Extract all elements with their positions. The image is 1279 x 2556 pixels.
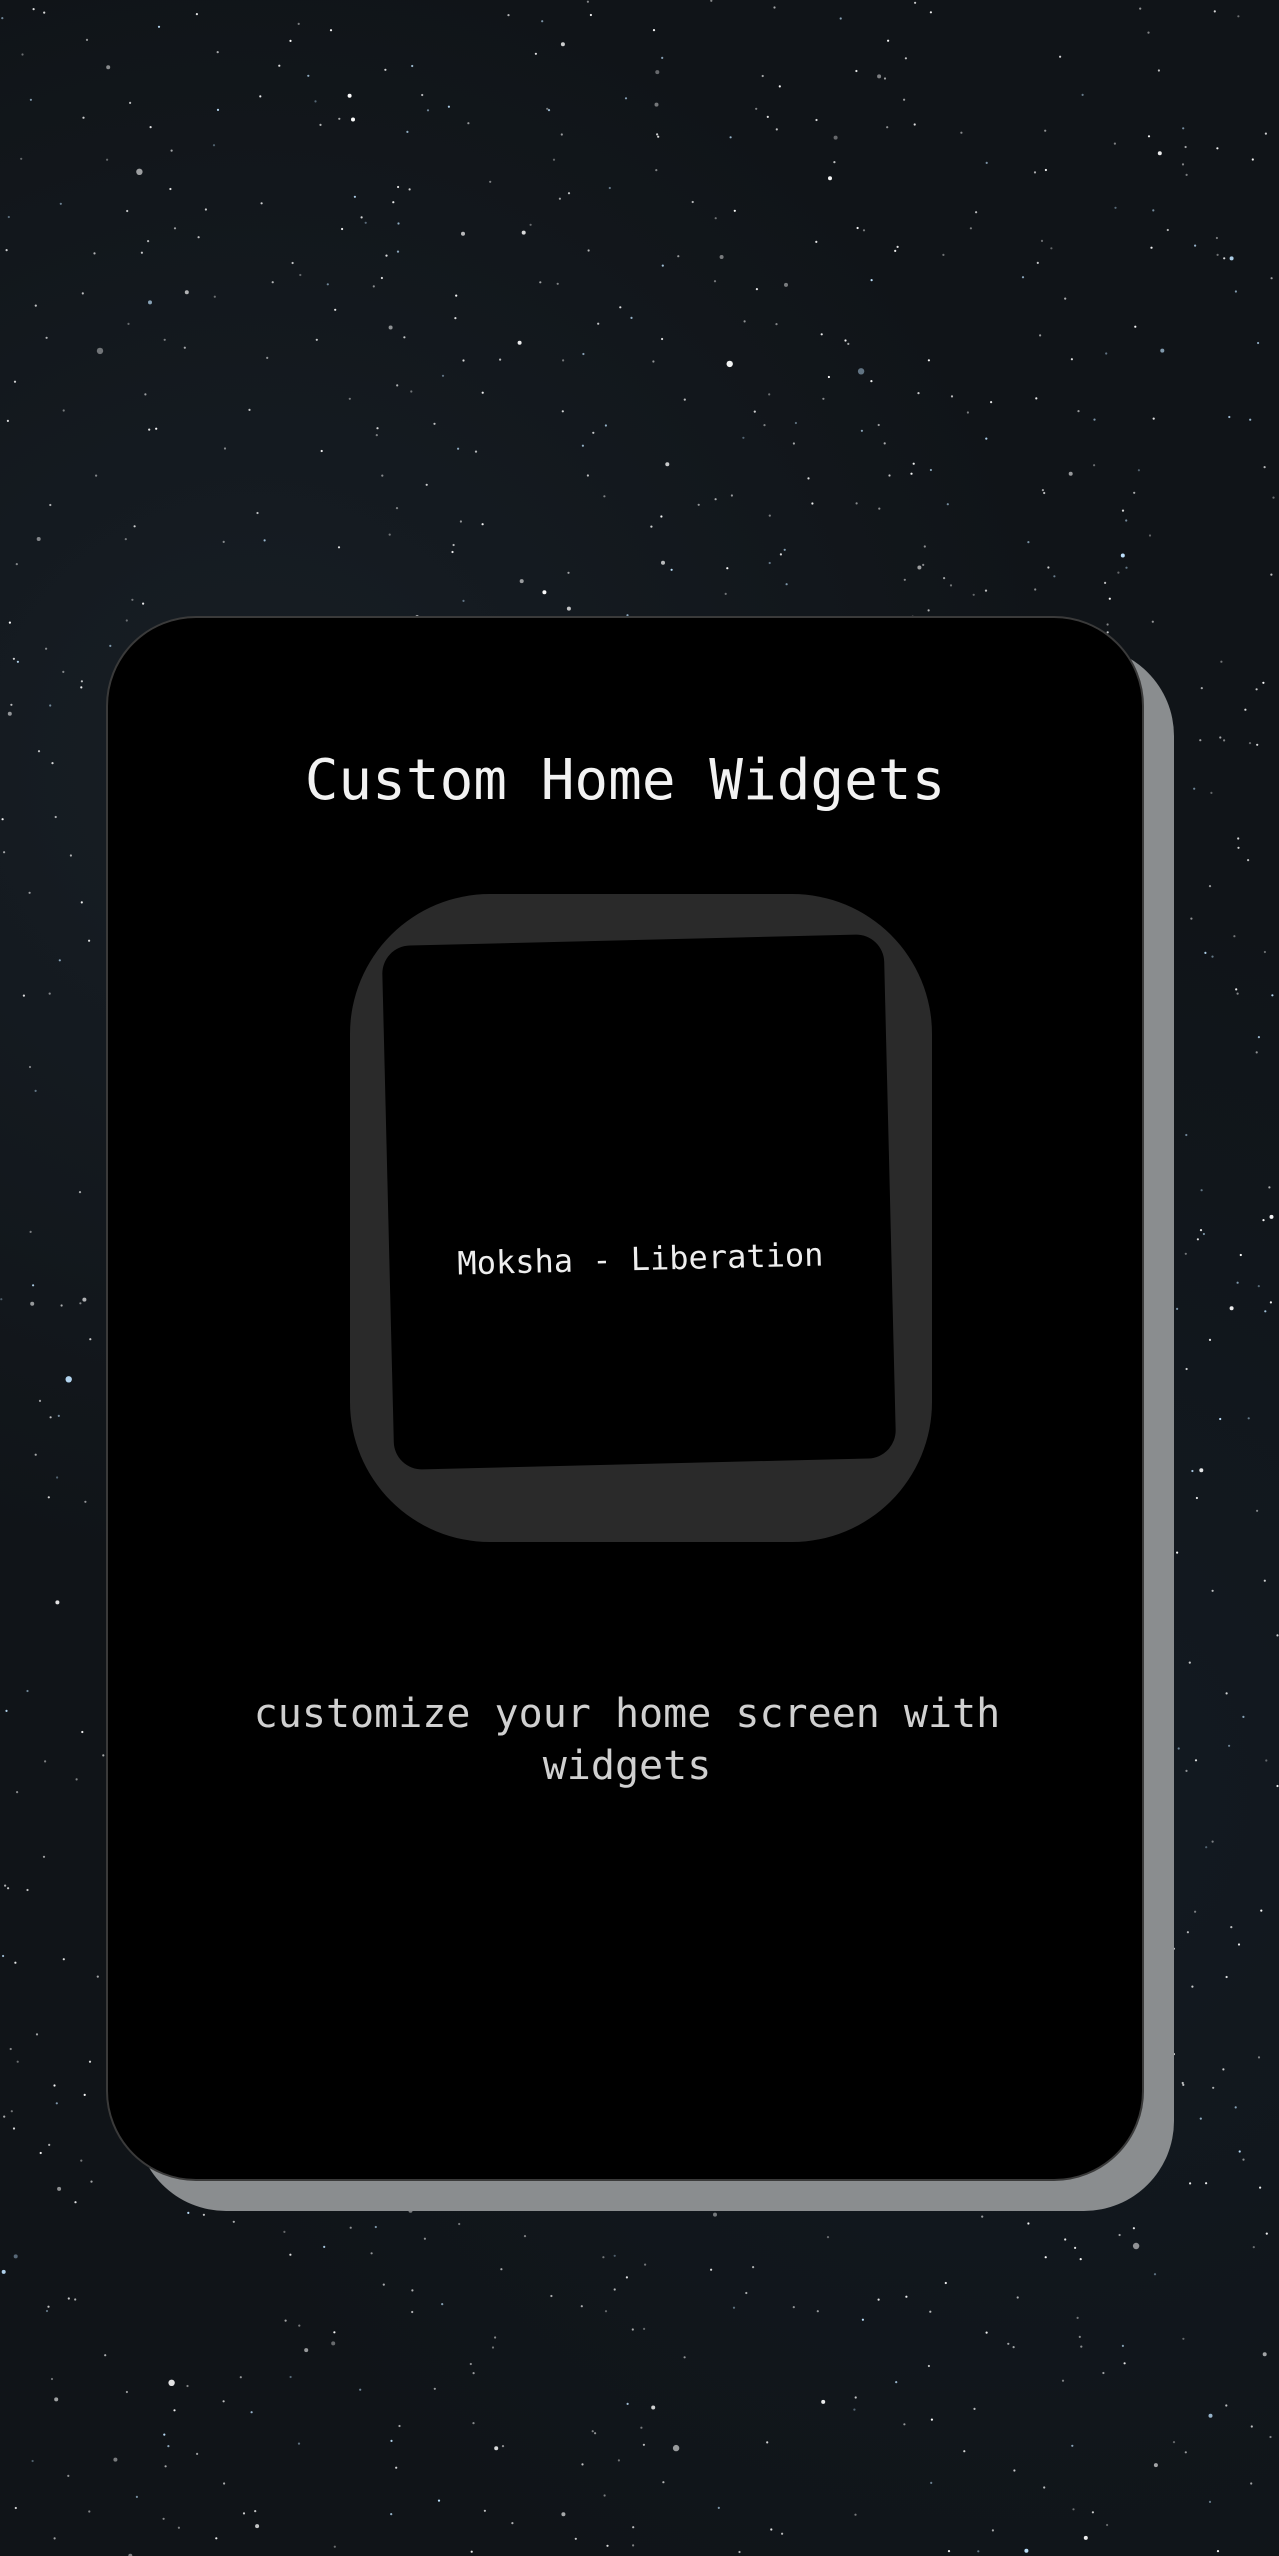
widget-preview[interactable]: Moksha - Liberation xyxy=(350,894,932,1542)
card-title: Custom Home Widgets xyxy=(304,748,946,813)
widget-card[interactable]: Custom Home Widgets Moksha - Liberation … xyxy=(106,616,1144,2181)
card-subtitle: customize your home screen with widgets xyxy=(253,1691,1001,1789)
widget-label: Moksha - Liberation xyxy=(456,1235,824,1283)
widget-preview-inner: Moksha - Liberation xyxy=(381,933,897,1471)
